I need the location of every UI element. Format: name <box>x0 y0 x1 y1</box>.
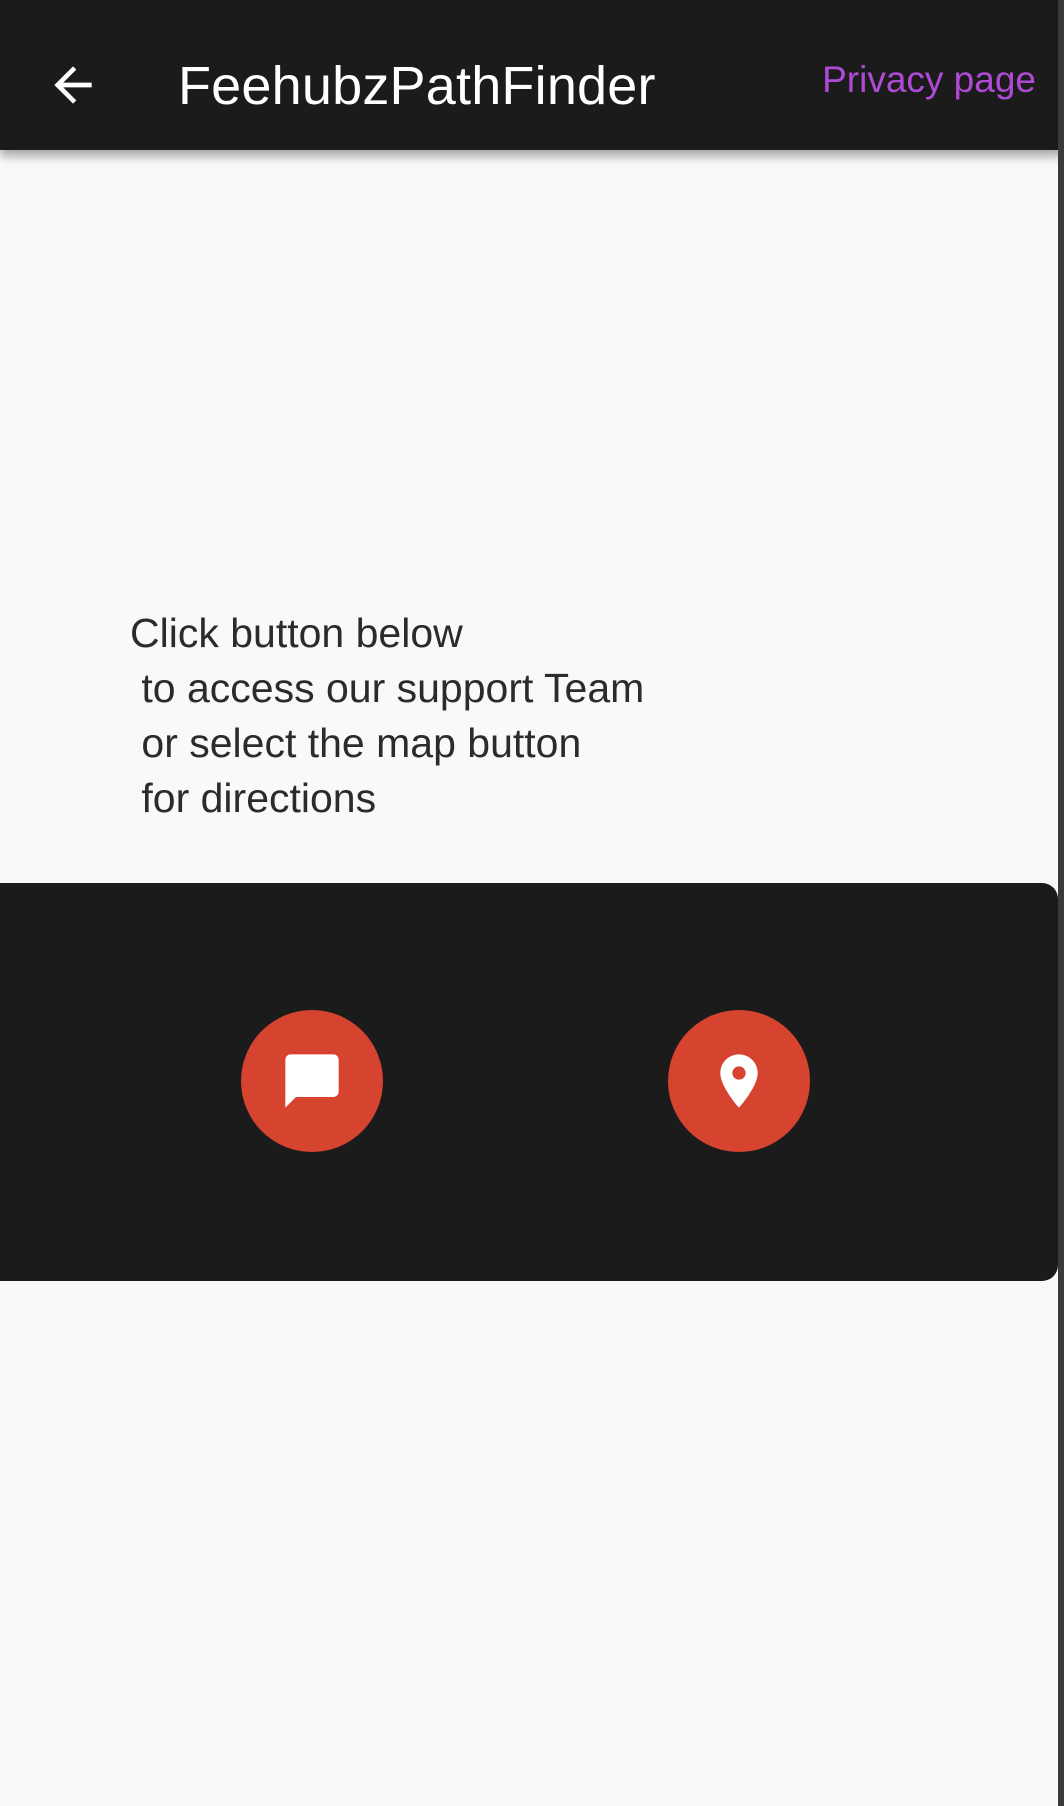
support-chat-button[interactable] <box>241 1010 383 1152</box>
window-edge <box>1058 0 1064 1806</box>
arrow-left-icon <box>54 66 92 104</box>
chat-bubble-icon <box>285 1054 339 1108</box>
map-directions-button[interactable] <box>668 1010 810 1152</box>
app-title: FeehubzPathFinder <box>178 56 656 116</box>
back-button[interactable] <box>38 50 108 120</box>
app-bar: FeehubzPathFinder Privacy page <box>0 0 1064 150</box>
privacy-page-link[interactable]: Privacy page <box>822 58 1036 102</box>
screen: FeehubzPathFinder Privacy page Click but… <box>0 0 1064 1806</box>
action-panel <box>0 883 1058 1281</box>
instructions-text: Click button below to access our support… <box>130 610 645 821</box>
map-pin-icon <box>720 1054 758 1108</box>
